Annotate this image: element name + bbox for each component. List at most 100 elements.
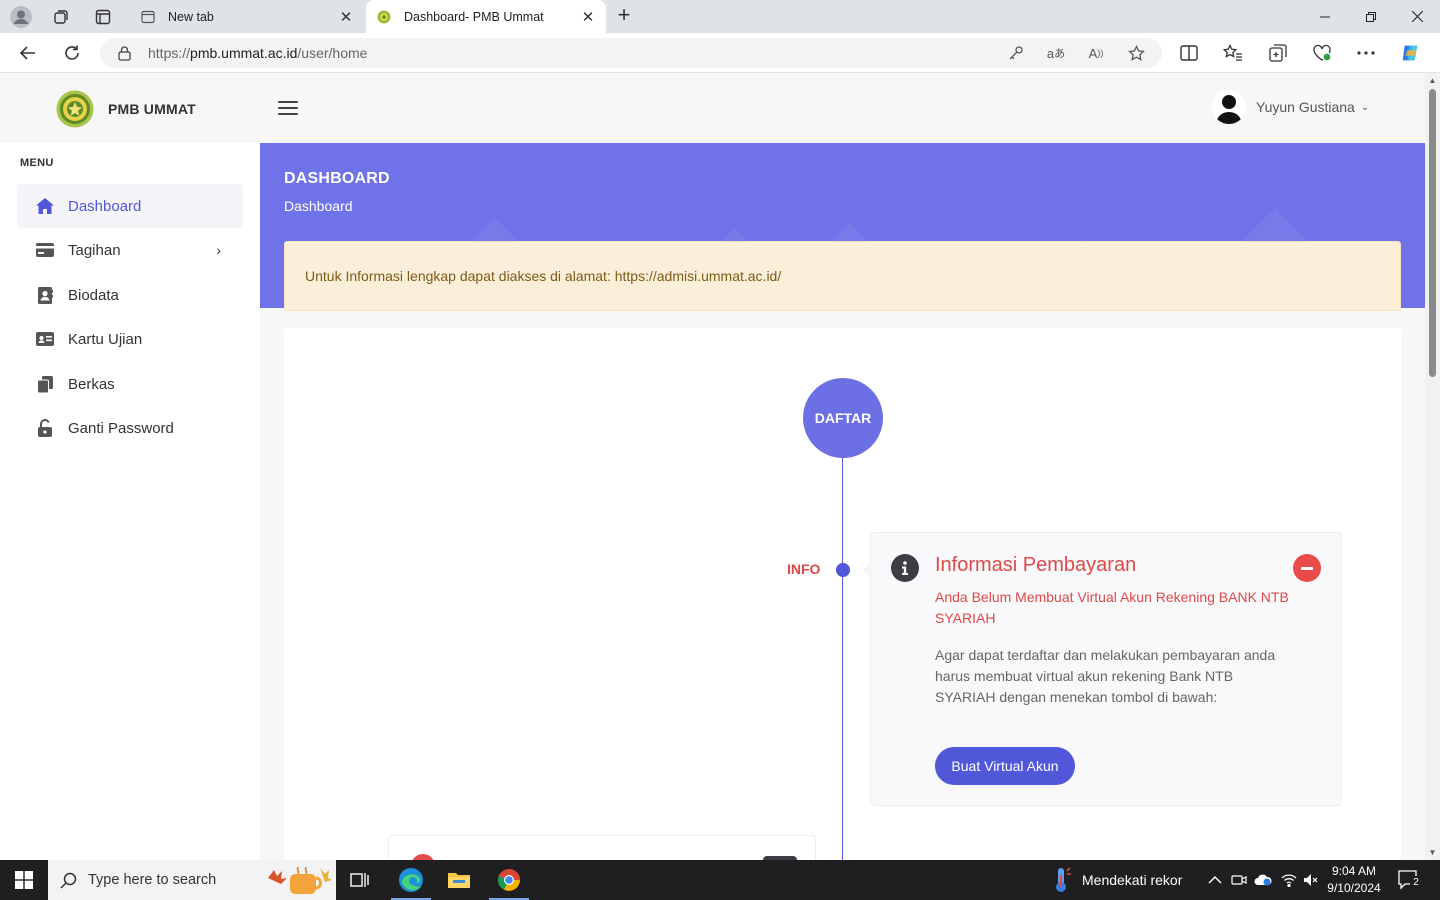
chrome-taskbar-icon[interactable] — [485, 860, 533, 900]
profile-icon[interactable] — [10, 6, 32, 28]
file-explorer-icon[interactable] — [435, 860, 483, 900]
timeline-dot — [836, 563, 850, 577]
search-placeholder: Type here to search — [88, 872, 217, 888]
ummat-logo-icon — [56, 90, 94, 128]
sidebar-item-label: Kartu Ujian — [68, 330, 143, 348]
contact-book-icon — [36, 286, 54, 304]
taskbar: Type here to search Mendekati rekor 9:04… — [0, 860, 1440, 900]
create-virtual-account-button[interactable]: Buat Virtual Akun — [935, 747, 1075, 785]
search-icon — [60, 871, 78, 889]
tab-dashboard[interactable]: Dashboard- PMB Ummat ✕ — [366, 0, 606, 33]
tab-actions-icon[interactable] — [92, 6, 114, 28]
chevron-up-icon[interactable] — [1206, 871, 1224, 889]
favorites-icon[interactable] — [1222, 42, 1244, 64]
scroll-up-icon[interactable]: ▲ — [1428, 76, 1437, 85]
user-name: Yuyun Gustiana — [1256, 99, 1355, 115]
taskbar-clock[interactable]: 9:04 AM 9/10/2024 — [1322, 863, 1386, 897]
sidebar-item-label: Tagihan — [68, 241, 121, 259]
avatar — [1212, 90, 1246, 124]
next-timeline-box — [388, 835, 816, 860]
sidebar-item-biodata[interactable]: Biodata — [17, 273, 243, 317]
back-icon[interactable] — [16, 41, 40, 65]
meet-icon[interactable] — [1230, 871, 1248, 889]
more-options-icon[interactable] — [1355, 42, 1377, 64]
lock-icon[interactable] — [118, 45, 134, 61]
brand[interactable]: PMB UMMAT — [56, 90, 196, 128]
new-tab-page-icon — [140, 9, 156, 25]
info-icon — [891, 554, 919, 582]
weather-text: Mendekati rekor — [1082, 872, 1183, 888]
tab-title: New tab — [168, 9, 214, 24]
notification-count: 2 — [1410, 876, 1422, 889]
tab-new-tab[interactable]: New tab ✕ — [130, 0, 364, 33]
minimize-icon[interactable] — [1302, 0, 1348, 33]
sidebar-item-label: Ganti Password — [68, 419, 174, 437]
clock-date: 9/10/2024 — [1327, 881, 1381, 895]
close-tab-icon[interactable]: ✕ — [580, 9, 596, 26]
sidebar-item-label: Berkas — [68, 375, 115, 393]
address-bar[interactable]: https://pmb.ummat.ac.id/user/home aあ A)) — [100, 38, 1162, 68]
translate-icon[interactable]: aあ — [1046, 43, 1066, 63]
copilot-icon[interactable] — [1400, 42, 1422, 64]
collapse-icon[interactable] — [1293, 554, 1321, 582]
sidebar-item-label: Dashboard — [68, 197, 142, 215]
notification-center-icon[interactable]: 2 — [1398, 870, 1422, 890]
info-subtitle: Anda Belum Membuat Virtual Akun Rekening… — [935, 589, 1289, 626]
user-menu[interactable]: Yuyun Gustiana ⌄ — [1212, 90, 1369, 124]
new-tab-button[interactable]: + — [612, 4, 636, 28]
sidebar: MENU Dashboard Tagihan › Biodata Kartu U… — [0, 143, 260, 860]
ummat-favicon-icon — [376, 9, 392, 25]
scrollbar-thumb[interactable] — [1429, 89, 1436, 377]
browser-essentials-icon[interactable] — [1311, 42, 1333, 64]
sidebar-item-berkas[interactable]: Berkas — [17, 362, 243, 406]
restore-icon[interactable] — [1348, 0, 1394, 33]
clock-time: 9:04 AM — [1331, 864, 1377, 878]
sidebar-item-tagihan[interactable]: Tagihan › — [17, 228, 243, 272]
timeline-item-label: INFO — [787, 561, 821, 577]
timeline-line — [842, 453, 843, 860]
wifi-icon[interactable] — [1280, 871, 1298, 889]
windows-start-icon[interactable] — [0, 860, 48, 900]
workspaces-icon[interactable] — [50, 6, 72, 28]
onedrive-icon[interactable] — [1254, 871, 1272, 889]
page-scrollbar[interactable]: ▲ ▼ — [1425, 73, 1440, 860]
info-body: Agar dapat terdaftar dan melakukan pemba… — [935, 647, 1276, 705]
scroll-down-icon[interactable]: ▼ — [1428, 848, 1437, 857]
timeline-start-label: DAFTAR — [814, 410, 872, 426]
split-screen-icon[interactable] — [1178, 42, 1200, 64]
close-tab-icon[interactable]: ✕ — [338, 9, 354, 26]
credit-card-icon — [36, 241, 54, 259]
sidebar-item-kartu-ujian[interactable]: Kartu Ujian — [17, 317, 243, 361]
info-title: Informasi Pembayaran — [935, 554, 1137, 576]
task-view-icon[interactable] — [336, 860, 384, 900]
favorite-star-icon[interactable] — [1126, 43, 1146, 63]
taskbar-search[interactable]: Type here to search — [48, 860, 336, 900]
tab-title: Dashboard- PMB Ummat — [404, 9, 544, 24]
id-card-icon — [36, 330, 54, 348]
sidebar-item-dashboard[interactable]: Dashboard — [17, 184, 243, 228]
breadcrumb[interactable]: Dashboard — [284, 198, 353, 214]
close-window-icon[interactable] — [1394, 0, 1440, 33]
volume-muted-icon[interactable] — [1302, 871, 1320, 889]
home-icon — [36, 197, 54, 215]
info-alert: Untuk Informasi lengkap dapat diakses di… — [284, 241, 1401, 311]
sidebar-item-label: Biodata — [68, 286, 119, 304]
browser-tab-bar: New tab ✕ Dashboard- PMB Ummat ✕ + — [0, 0, 1440, 33]
chevron-right-icon: › — [216, 242, 221, 258]
payment-info-box: Informasi Pembayaran Anda Belum Membuat … — [870, 532, 1342, 806]
read-aloud-icon[interactable]: A)) — [1086, 43, 1106, 63]
refresh-icon[interactable] — [60, 41, 84, 65]
thermometer-icon — [1056, 867, 1071, 892]
url-text: https://pmb.ummat.ac.id/user/home — [148, 45, 368, 61]
sidebar-item-ganti-password[interactable]: Ganti Password — [17, 406, 243, 450]
page-title: DASHBOARD — [284, 170, 390, 187]
menu-title: MENU — [20, 157, 54, 169]
browser-toolbar: https://pmb.ummat.ac.id/user/home aあ A)) — [0, 33, 1440, 73]
menu-toggle-icon[interactable] — [278, 101, 298, 117]
web-page: PMB UMMAT Yuyun Gustiana ⌄ MENU Dashboar… — [0, 73, 1425, 860]
unlock-icon — [36, 419, 54, 437]
password-key-icon[interactable] — [1006, 43, 1026, 63]
edge-taskbar-icon[interactable] — [387, 860, 435, 900]
weather-widget[interactable]: Mendekati rekor — [1050, 860, 1182, 900]
collections-icon[interactable] — [1267, 42, 1289, 64]
